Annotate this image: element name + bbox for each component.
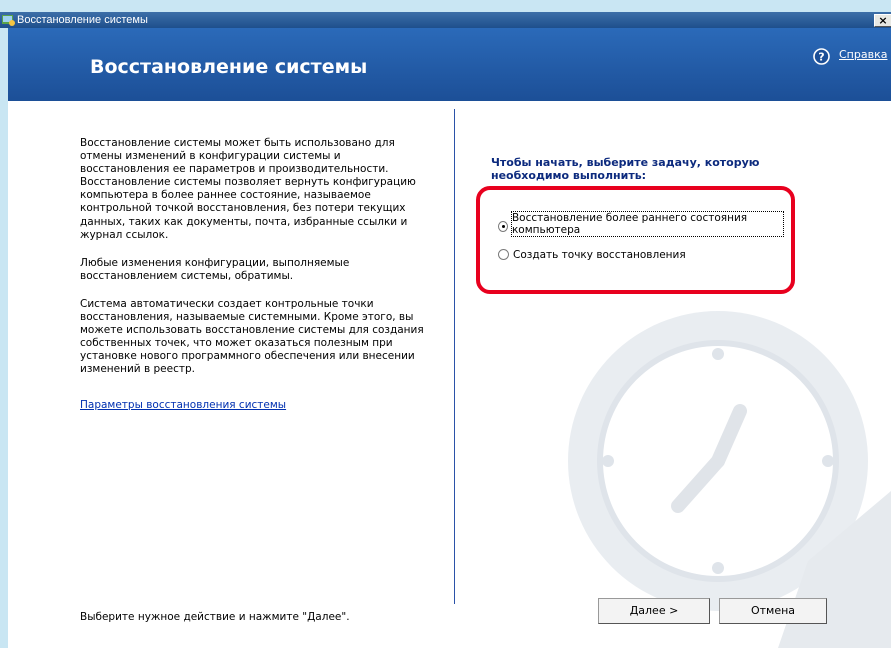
- option-restore-label[interactable]: Восстановление более раннего состояния к…: [510, 211, 785, 237]
- window-title: Восстановление системы: [17, 14, 148, 26]
- radio-restore-earlier[interactable]: [498, 221, 508, 232]
- help-link[interactable]: Справка: [839, 48, 887, 61]
- wizard-body: Восстановление системы может быть исполь…: [8, 101, 891, 648]
- option-create-point[interactable]: Создать точку восстановления: [498, 249, 783, 261]
- task-prompt: Чтобы начать, выберите задачу, которую н…: [491, 156, 760, 182]
- wizard-header: Восстановление системы ? Справка: [8, 28, 891, 101]
- cancel-button[interactable]: Отмена: [719, 598, 827, 624]
- options-highlight: [476, 186, 795, 294]
- description-column: Восстановление системы может быть исполь…: [80, 137, 425, 411]
- description-paragraph: Восстановление системы может быть исполь…: [80, 137, 416, 241]
- restore-settings-link[interactable]: Параметры восстановления системы: [80, 399, 425, 411]
- page-title: Восстановление системы: [90, 56, 368, 78]
- help-icon[interactable]: ?: [813, 48, 830, 65]
- system-restore-window: Восстановление системы × Восстановление …: [0, 0, 891, 648]
- column-divider: [454, 109, 455, 604]
- description-paragraph: Любые изменения конфигурации, выполняемы…: [80, 256, 350, 282]
- footer-instruction: Выберите нужное действие и нажмите "Дале…: [80, 611, 350, 623]
- svg-text:?: ?: [818, 51, 824, 64]
- system-restore-app-icon: [2, 15, 15, 26]
- option-create-label[interactable]: Создать точку восстановления: [513, 249, 686, 261]
- description-paragraph: Система автоматически создает контрольны…: [80, 297, 424, 376]
- next-button[interactable]: Далее >: [598, 598, 710, 624]
- close-button[interactable]: ×: [874, 14, 891, 27]
- radio-create-point[interactable]: [498, 249, 509, 260]
- option-restore-earlier[interactable]: Восстановление более раннего состояния к…: [498, 211, 785, 237]
- clock-watermark-icon: [568, 311, 891, 648]
- title-bar[interactable]: Восстановление системы ×: [0, 12, 891, 28]
